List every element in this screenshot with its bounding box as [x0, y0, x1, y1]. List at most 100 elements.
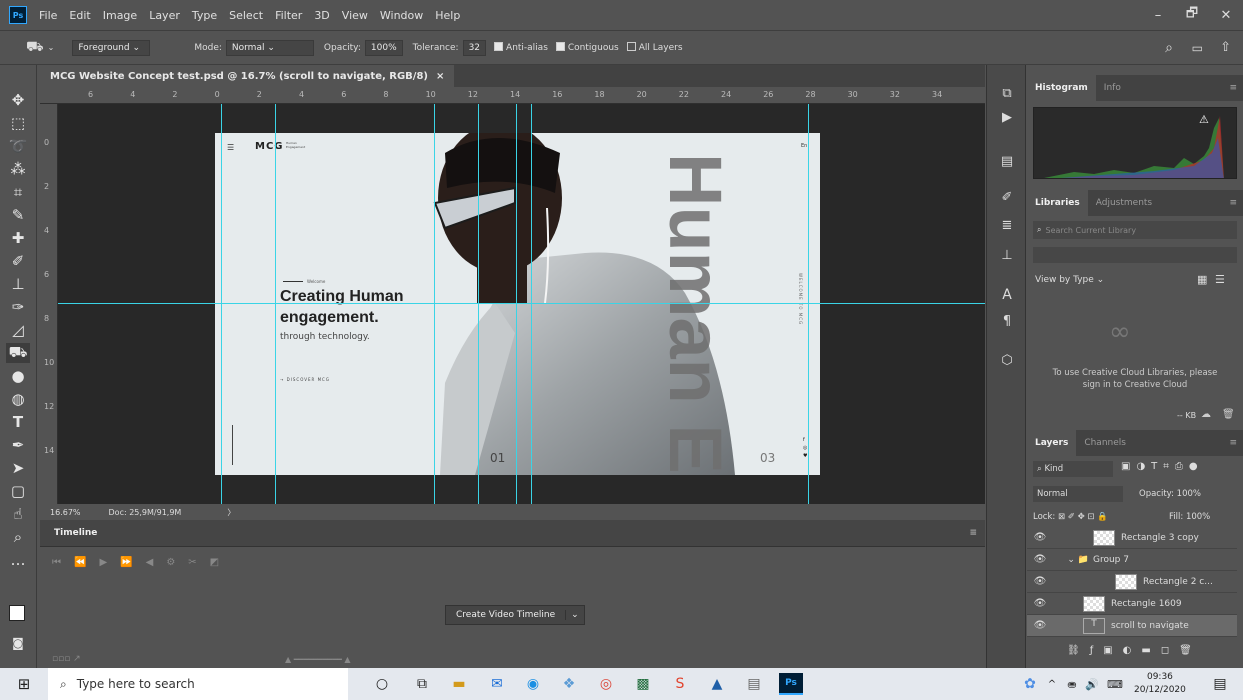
search-icon[interactable]: ⌕	[1165, 40, 1173, 56]
panel-menu-icon[interactable]: ≡	[969, 528, 977, 538]
anti-alias-checkbox[interactable]: Anti-alias	[494, 42, 548, 53]
panel-menu-icon[interactable]: ≡	[1229, 83, 1237, 93]
fill-source-select[interactable]: Foreground ⌄	[72, 39, 151, 56]
menu-image[interactable]: Image	[103, 9, 137, 22]
guide-vertical[interactable]	[275, 104, 276, 504]
visibility-eye-icon[interactable]: 👁	[1027, 598, 1053, 609]
photos-icon[interactable]: ▲	[705, 673, 729, 695]
tab-libraries[interactable]: Libraries	[1027, 190, 1088, 216]
minimize-button[interactable]: –	[1141, 0, 1175, 30]
menu-file[interactable]: File	[39, 9, 57, 22]
paint-bucket-icon[interactable]: ⛟	[26, 39, 44, 57]
split-icon[interactable]: ✂	[188, 557, 196, 568]
dodge-tool-icon[interactable]: ◍	[6, 389, 30, 409]
close-tab-icon[interactable]: ×	[436, 71, 444, 82]
brush-settings-icon[interactable]: ✐	[997, 187, 1017, 207]
history-brush-tool-icon[interactable]: ✑	[6, 297, 30, 317]
menu-help[interactable]: Help	[435, 9, 460, 22]
history-panel-icon[interactable]: ⧉	[997, 83, 1017, 103]
photoshop-logo[interactable]: Ps	[9, 6, 27, 24]
brushes-panel-icon[interactable]: ≣	[997, 215, 1017, 235]
zoom-level[interactable]: 16.67%	[50, 508, 81, 517]
marquee-tool-icon[interactable]: ⬚	[6, 113, 30, 133]
layer-row[interactable]: 👁 Rectangle 3 copy	[1027, 527, 1237, 549]
menu-3d[interactable]: 3D	[314, 9, 329, 22]
guide-vertical[interactable]	[434, 104, 435, 504]
visibility-eye-icon[interactable]: 👁	[1027, 554, 1053, 565]
stamp-tool-icon[interactable]: ⊥	[6, 274, 30, 294]
menu-edit[interactable]: Edit	[69, 9, 90, 22]
tolerance-input[interactable]: 32	[462, 39, 487, 56]
pen-tool-icon[interactable]: ✒	[6, 435, 30, 455]
close-button[interactable]: ✕	[1209, 0, 1243, 30]
layer-fill[interactable]: Fill: 100%	[1169, 512, 1210, 522]
3d-panel-icon[interactable]: ⬡	[997, 350, 1017, 370]
dropbox-icon[interactable]: ❖	[557, 673, 581, 695]
timeline-title[interactable]: Timeline	[54, 528, 97, 538]
quick-mask-icon[interactable]: ◙	[6, 633, 30, 653]
instagram-icon[interactable]: ◎	[803, 444, 807, 452]
layer-row[interactable]: 👁 Rectangle 1609	[1027, 593, 1237, 615]
more-tools-icon[interactable]: …	[6, 550, 30, 570]
facebook-icon[interactable]: f	[803, 436, 807, 444]
clone-source-icon[interactable]: ⊥	[997, 245, 1017, 265]
notifications-icon[interactable]: ▤	[1208, 673, 1232, 695]
paragraph-panel-icon[interactable]: ¶	[997, 311, 1017, 331]
opacity-input[interactable]: 100%	[364, 39, 403, 56]
lasso-tool-icon[interactable]: ➰	[6, 136, 30, 156]
contiguous-checkbox[interactable]: Contiguous	[555, 42, 619, 53]
language-switch[interactable]: En	[801, 143, 807, 149]
tab-layers[interactable]: Layers	[1027, 430, 1077, 456]
notepad-icon[interactable]: ▤	[742, 673, 766, 695]
artboard-mcg-website[interactable]: Human Engag ☰ MCG Human Engagement En We…	[215, 133, 820, 475]
paint-bucket-tool-icon[interactable]: ⛟	[6, 343, 30, 363]
move-tool-icon[interactable]: ✥	[6, 90, 30, 110]
trash-icon[interactable]: 🗑	[1222, 409, 1235, 420]
volume-icon[interactable]: 🔊	[1080, 673, 1104, 695]
menu-type[interactable]: Type	[192, 9, 217, 22]
next-frame-icon[interactable]: ⏩	[120, 557, 132, 568]
clock[interactable]: 09:36 20/12/2020	[1134, 671, 1186, 697]
rectangle-tool-icon[interactable]: ▢	[6, 481, 30, 501]
list-view-icon[interactable]: ☰	[1215, 273, 1225, 286]
guide-horizontal[interactable]	[58, 303, 985, 304]
warning-icon[interactable]: ⚠	[1199, 113, 1209, 126]
keyboard-icon[interactable]: ⌨	[1103, 673, 1127, 695]
properties-panel-icon[interactable]: ▤	[997, 151, 1017, 171]
tab-channels[interactable]: Channels	[1076, 430, 1134, 456]
taskbar-search-box[interactable]: ⌕ Type here to search	[48, 668, 348, 700]
guide-vertical[interactable]	[516, 104, 517, 504]
timeline-zoom-slider[interactable]: ▲ ━━━━━━━━━━ ▲	[285, 655, 351, 664]
layer-row[interactable]: 👁 Rectangle 2 c...	[1027, 571, 1237, 593]
view-by-type-select[interactable]: View by Type ⌄	[1035, 275, 1104, 285]
status-menu-chevron-icon[interactable]: 〉	[227, 507, 235, 518]
guide-vertical[interactable]	[478, 104, 479, 504]
file-explorer-icon[interactable]: ▬	[447, 673, 471, 695]
create-video-timeline-button[interactable]: Create Video Timeline ⌄	[445, 605, 585, 625]
sublime-icon[interactable]: S	[668, 673, 692, 695]
edge-icon[interactable]: ◉	[521, 673, 545, 695]
guide-vertical[interactable]	[531, 104, 532, 504]
all-layers-checkbox[interactable]: All Layers	[626, 42, 683, 53]
restore-button[interactable]: 🗗	[1175, 0, 1209, 30]
crop-tool-icon[interactable]: ⌗	[6, 182, 30, 202]
menu-window[interactable]: Window	[380, 9, 423, 22]
grid-view-icon[interactable]: ▦	[1197, 273, 1207, 286]
guide-vertical[interactable]	[221, 104, 222, 504]
visibility-eye-icon[interactable]: 👁	[1027, 620, 1053, 631]
windows-start-icon[interactable]: ⊞	[12, 673, 36, 695]
chevron-down-icon[interactable]: ⌄	[48, 43, 55, 52]
menu-filter[interactable]: Filter	[275, 9, 302, 22]
hamburger-menu-icon[interactable]: ☰	[227, 143, 234, 152]
type-tool-icon[interactable]: T	[6, 412, 30, 432]
mail-icon[interactable]: ✉	[485, 673, 509, 695]
panel-menu-icon[interactable]: ≡	[1229, 438, 1237, 448]
twitter-icon[interactable]: ♥	[803, 452, 807, 460]
magic-wand-tool-icon[interactable]: ⁂	[6, 159, 30, 179]
horizontal-ruler[interactable]: 6 4 2 0 2 4 6 8 10 12 14 16 18 20 22 24 26 28 30 32 34	[40, 87, 985, 104]
library-select[interactable]	[1033, 247, 1237, 263]
eraser-tool-icon[interactable]: ◿	[6, 320, 30, 340]
transition-icon[interactable]: ◩	[210, 557, 219, 568]
layer-row-selected[interactable]: 👁 Tscroll to navigate	[1027, 615, 1237, 637]
menu-layer[interactable]: Layer	[149, 9, 180, 22]
